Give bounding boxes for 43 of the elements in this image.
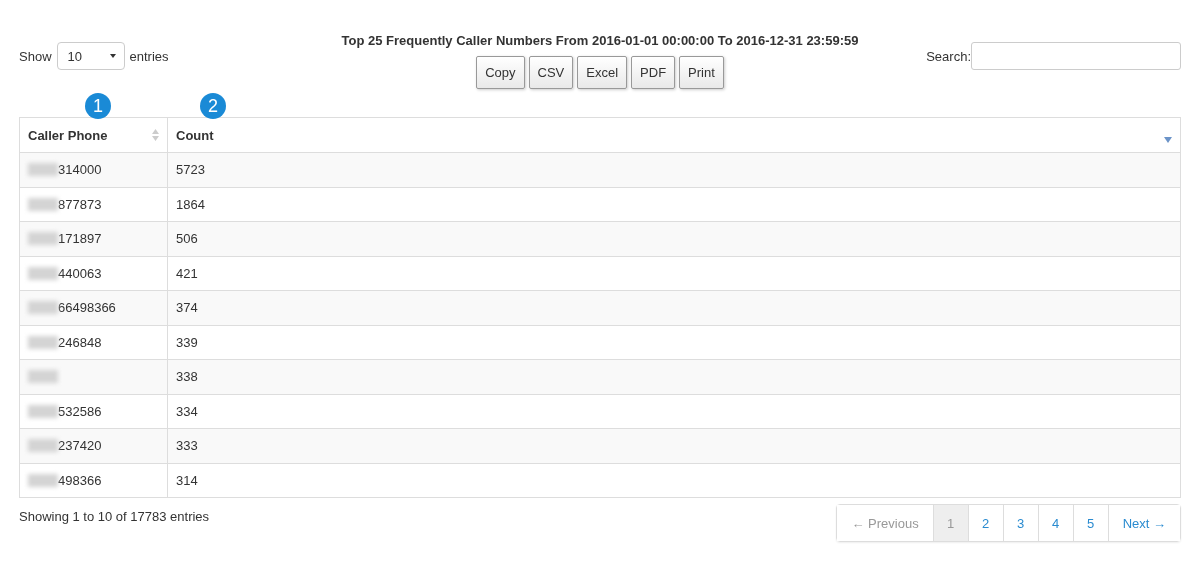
table-cell: 338 <box>176 369 198 385</box>
callout-badge: 2 <box>200 93 226 119</box>
sort-icon[interactable] <box>152 129 159 141</box>
table-cell: 1864 <box>176 196 205 212</box>
export-button[interactable]: Copy <box>476 56 525 89</box>
column-header[interactable]: Count <box>176 127 214 143</box>
table-cell: 532586 <box>58 403 102 419</box>
page-button[interactable]: 2 <box>967 505 1003 541</box>
report-title: Top 25 Frequently Caller Numbers From 2016-01-01 00:00:00 To 2016-12-31 23:59:59 <box>340 32 860 50</box>
table-cell: 421 <box>176 265 198 281</box>
table-cell: 877873 <box>58 196 102 212</box>
export-button[interactable]: PDF <box>631 56 676 89</box>
callout-badge: 1 <box>85 93 111 119</box>
search-field[interactable] <box>971 42 1181 70</box>
export-button[interactable]: CSV <box>528 56 574 89</box>
page-length-select[interactable]: 10 <box>56 42 125 70</box>
export-button[interactable]: Print <box>679 56 724 89</box>
sort-descending-icon[interactable] <box>1164 137 1172 143</box>
show-label: Show <box>19 48 52 64</box>
page-button[interactable]: 4 <box>1037 505 1073 541</box>
table-cell: 246848 <box>58 334 102 350</box>
export-button[interactable]: Excel <box>577 56 628 89</box>
page-button[interactable]: 5 <box>1072 505 1108 541</box>
table-cell: 171897 <box>58 231 102 247</box>
table-cell: 334 <box>176 403 198 419</box>
table-cell: 498366 <box>58 472 102 488</box>
table-cell: 314 <box>176 472 198 488</box>
table-cell: 374 <box>176 300 198 316</box>
table-info: Showing 1 to 10 of 17783 entries <box>19 508 210 524</box>
entries-label: entries <box>129 48 169 64</box>
page-button[interactable]: 3 <box>1002 505 1038 541</box>
table-cell: 333 <box>176 438 198 454</box>
table-cell: 506 <box>176 231 198 247</box>
caret-icon[interactable] <box>109 54 116 58</box>
table-cell: 314000 <box>58 162 102 178</box>
search-label: Search: <box>926 48 971 64</box>
pagination-nav-button[interactable]: Next → <box>1107 505 1180 541</box>
column-header[interactable]: Caller Phone <box>28 127 108 143</box>
table-cell: 237420 <box>58 438 102 454</box>
table-cell: 440063 <box>58 265 102 281</box>
table-cell: 66498366 <box>58 300 116 316</box>
table-cell: 339 <box>176 334 198 350</box>
table-cell: 5723 <box>176 162 205 178</box>
